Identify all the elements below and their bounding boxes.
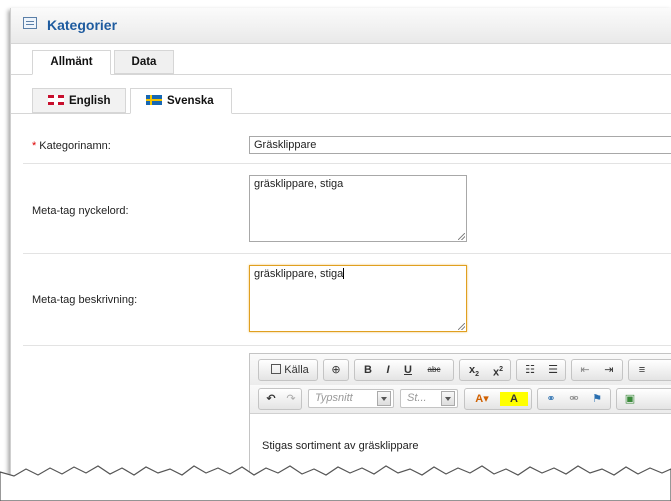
- insert-group: ▣: [616, 388, 671, 410]
- editor-content[interactable]: Stigas sortiment av gräsklippare: [262, 440, 419, 452]
- italic-button[interactable]: I: [379, 360, 397, 380]
- font-select[interactable]: Typsnitt: [308, 389, 394, 408]
- se-flag-icon: [146, 95, 162, 105]
- category-name-label-text: Kategorinamn:: [39, 140, 111, 152]
- superscript-button[interactable]: x2: [487, 360, 509, 380]
- list-group: ☷ ☰: [516, 359, 566, 381]
- text-format-group: B I U abc: [354, 359, 454, 381]
- chevron-down-icon: [377, 391, 391, 406]
- category-list-icon: [23, 17, 37, 29]
- redo-icon[interactable]: ↷: [281, 389, 301, 409]
- color-group: A▾ A: [464, 388, 532, 410]
- bold-button[interactable]: B: [359, 360, 377, 380]
- category-name-label: * Kategorinamn:: [32, 140, 111, 152]
- link-icon[interactable]: ⚭: [541, 389, 561, 409]
- meta-description-text: gräsklippare, stiga: [254, 268, 344, 280]
- font-select-placeholder: Typsnitt: [315, 392, 353, 404]
- uk-flag-icon: [48, 95, 64, 105]
- background-color-icon[interactable]: A: [500, 392, 528, 406]
- indent-group: ⇤ ⇥: [571, 359, 623, 381]
- torn-edge: [0, 465, 671, 501]
- meta-keywords-textarea[interactable]: gräsklippare, stiga: [249, 175, 467, 242]
- window: Kategorier Allmänt Data English Svenska …: [10, 8, 671, 478]
- chevron-down-icon: [441, 391, 455, 406]
- page-title: Kategorier: [47, 17, 118, 33]
- editor-toolbar-row-2: ↶ ↷ Typsnitt St... A▾ A ⚭ ⚮ ⚑ ▣: [250, 385, 671, 414]
- divider: [23, 253, 671, 254]
- tab-swedish-label: Svenska: [167, 95, 214, 107]
- meta-description-label: Meta-tag beskrivning:: [32, 294, 138, 306]
- script-group: x2 x2: [459, 359, 511, 381]
- tab-general[interactable]: Allmänt: [32, 50, 111, 75]
- outdent-icon[interactable]: ⇤: [575, 360, 595, 380]
- strikethrough-button[interactable]: abc: [419, 360, 449, 380]
- maximize-button[interactable]: ⊕: [323, 359, 349, 381]
- source-button[interactable]: Källa: [258, 359, 318, 381]
- undo-redo-group: ↶ ↷: [258, 388, 302, 410]
- align-left-icon[interactable]: ≡: [632, 360, 652, 380]
- tab-data[interactable]: Data: [114, 50, 174, 74]
- editor-toolbar-row-1: Källa ⊕ B I U abc x2 x2 ☷ ☰ ⇤ ⇥ ≡: [250, 354, 671, 385]
- required-marker: *: [32, 140, 37, 152]
- resize-grip-icon[interactable]: [458, 233, 465, 240]
- anchor-flag-icon[interactable]: ⚑: [587, 389, 607, 409]
- meta-keywords-text: gräsklippare, stiga: [254, 178, 344, 190]
- text-caret: [343, 268, 345, 279]
- divider: [23, 345, 671, 346]
- tab-swedish[interactable]: Svenska: [130, 88, 232, 114]
- bulleted-list-icon[interactable]: ☰: [543, 360, 563, 380]
- subscript-button[interactable]: x2: [463, 360, 485, 380]
- meta-keywords-label: Meta-tag nyckelord:: [32, 205, 129, 217]
- title-bar: Kategorier: [11, 8, 671, 44]
- maximize-icon: ⊕: [331, 364, 341, 376]
- underline-button[interactable]: U: [399, 360, 417, 380]
- meta-description-textarea[interactable]: gräsklippare, stiga: [249, 265, 467, 332]
- link-group: ⚭ ⚮ ⚑: [537, 388, 611, 410]
- undo-icon[interactable]: ↶: [261, 389, 281, 409]
- image-icon[interactable]: ▣: [620, 389, 640, 409]
- resize-grip-icon[interactable]: [458, 323, 465, 330]
- tab-english-label: English: [69, 95, 111, 107]
- size-select[interactable]: St...: [400, 389, 458, 408]
- size-select-placeholder: St...: [407, 392, 427, 404]
- category-name-input[interactable]: Gräsklippare: [249, 136, 671, 154]
- numbered-list-icon[interactable]: ☷: [520, 360, 540, 380]
- tab-english[interactable]: English: [32, 88, 126, 113]
- align-group: ≡: [628, 359, 671, 381]
- source-label: Källa: [284, 364, 309, 376]
- source-icon: [271, 364, 282, 374]
- text-color-icon[interactable]: A▾: [468, 389, 496, 409]
- divider: [23, 163, 671, 164]
- indent-icon[interactable]: ⇥: [599, 360, 619, 380]
- unlink-icon[interactable]: ⚮: [564, 389, 584, 409]
